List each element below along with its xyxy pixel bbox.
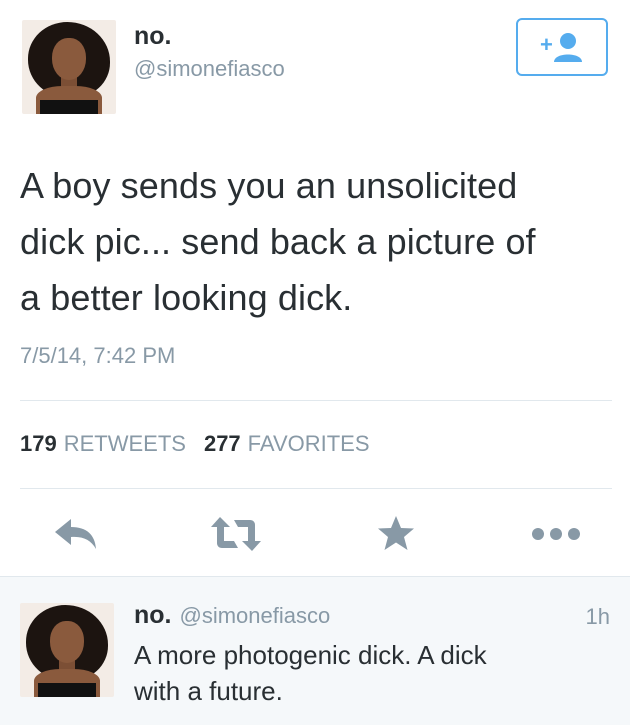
author-name[interactable]: no.: [134, 22, 172, 51]
reply-text: A more photogenic dick. A dick with a fu…: [134, 637, 614, 709]
favorites-label: FAVORITES: [247, 431, 370, 456]
reply-header: no. @simonefiasco: [134, 601, 330, 630]
reply-text-line: A more photogenic dick. A dick: [134, 640, 487, 670]
reply-tweet[interactable]: no. @simonefiasco 1h A more photogenic d…: [0, 576, 630, 725]
reply-text-line: with a future.: [134, 676, 283, 706]
favorite-button[interactable]: [372, 510, 420, 556]
more-dots-icon: [532, 528, 580, 540]
avatar-clothing: [38, 683, 96, 697]
favorite-star-icon: [378, 516, 414, 550]
divider: [20, 400, 612, 401]
add-user-icon: +: [540, 32, 582, 62]
author-avatar[interactable]: [22, 20, 116, 114]
svg-text:+: +: [540, 32, 553, 57]
avatar-clothing: [40, 100, 98, 114]
avatar-face: [52, 38, 86, 80]
more-button[interactable]: [528, 518, 584, 550]
author-handle[interactable]: @simonefiasco: [134, 56, 285, 82]
retweet-button[interactable]: [206, 512, 266, 556]
retweet-icon: [211, 517, 261, 551]
reply-author-avatar[interactable]: [20, 603, 114, 697]
reply-author-name[interactable]: no.: [134, 601, 172, 630]
tweet-timestamp: 7/5/14, 7:42 PM: [20, 343, 176, 368]
follow-button[interactable]: +: [516, 18, 608, 76]
tweet-text-line: dick pic... send back a picture of: [20, 221, 536, 262]
retweets-count: 179: [20, 431, 57, 456]
divider: [20, 488, 612, 489]
reply-author-handle[interactable]: @simonefiasco: [180, 603, 331, 629]
tweet-text-line: a better looking dick.: [20, 277, 353, 318]
tweet-text: A boy sends you an unsolicited dick pic.…: [20, 158, 620, 326]
reply-button[interactable]: [48, 512, 104, 556]
tweet-stats: 179 RETWEETS 277 FAVORITES: [20, 431, 370, 457]
favorites-count: 277: [203, 431, 241, 456]
reply-time: 1h: [585, 604, 610, 629]
favorites-stat[interactable]: 277 FAVORITES: [204, 431, 370, 457]
reply-icon: [55, 519, 96, 549]
avatar-face: [50, 621, 84, 663]
tweet-text-line: A boy sends you an unsolicited: [20, 165, 518, 206]
retweets-label: RETWEETS: [63, 431, 186, 456]
retweets-stat[interactable]: 179 RETWEETS: [20, 431, 186, 457]
